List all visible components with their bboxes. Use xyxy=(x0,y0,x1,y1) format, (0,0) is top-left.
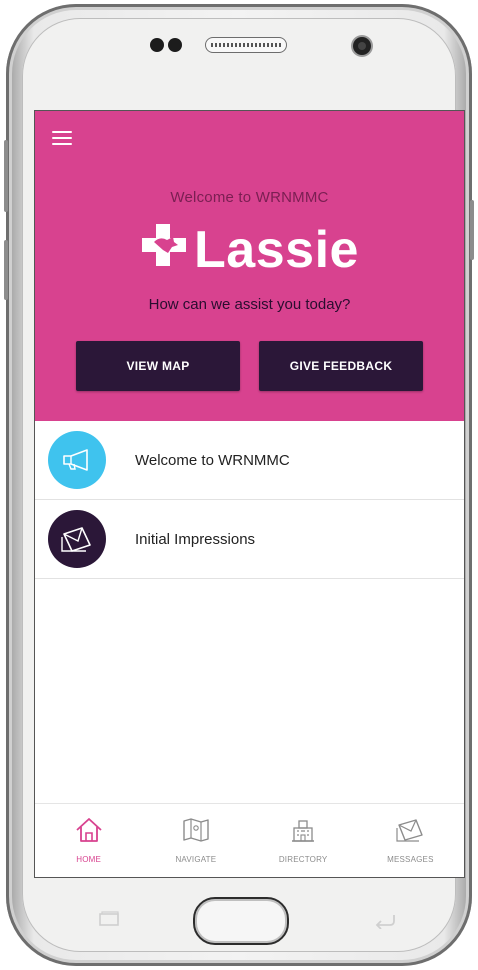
building-icon xyxy=(288,816,318,849)
view-map-button[interactable]: VIEW MAP xyxy=(76,341,240,391)
recent-apps-icon[interactable] xyxy=(98,911,120,927)
tab-navigate[interactable]: NAVIGATE xyxy=(142,804,249,877)
logo-text: Lassie xyxy=(194,221,359,280)
tab-label: DIRECTORY xyxy=(278,855,328,864)
tab-messages[interactable]: MESSAGES xyxy=(357,804,464,877)
bottom-tab-bar: HOME NAVIGATE DIRECTORY MESSAGES xyxy=(35,803,464,877)
tab-label: MESSAGES xyxy=(387,855,434,864)
tab-label: HOME xyxy=(76,855,102,864)
home-hardware-button[interactable] xyxy=(193,897,289,945)
tab-home[interactable]: HOME xyxy=(35,804,142,877)
envelope-icon xyxy=(395,816,425,849)
give-feedback-button[interactable]: GIVE FEEDBACK xyxy=(259,341,423,391)
list-item-label: Welcome to WRNMMC xyxy=(135,451,290,469)
list-item-initial-impressions[interactable]: Initial Impressions xyxy=(35,500,464,579)
envelope-icon xyxy=(48,510,106,568)
list-item-label: Initial Impressions xyxy=(135,530,256,548)
message-list: Welcome to WRNMMC Initial Impressions xyxy=(35,421,464,579)
map-icon xyxy=(181,816,211,849)
app-logo: Lassie xyxy=(35,219,464,281)
back-icon[interactable] xyxy=(372,911,398,930)
app-screen: Welcome to WRNMMC Lassie How can we assi… xyxy=(35,111,464,877)
tab-label: NAVIGATE xyxy=(175,855,217,864)
assist-prompt: How can we assist you today? xyxy=(148,296,351,313)
power-key xyxy=(470,200,474,260)
volume-key-lower xyxy=(4,240,8,300)
medical-cross-dog-icon xyxy=(140,220,190,281)
sensor-dots xyxy=(150,38,186,57)
welcome-heading: Welcome to WRNMMC xyxy=(170,189,329,206)
front-camera xyxy=(353,37,371,55)
volume-key xyxy=(4,140,8,212)
home-icon xyxy=(74,816,104,849)
megaphone-icon xyxy=(48,431,106,489)
list-item-welcome[interactable]: Welcome to WRNMMC xyxy=(35,421,464,500)
hero-banner: Welcome to WRNMMC Lassie How can we assi… xyxy=(35,111,464,421)
menu-icon[interactable] xyxy=(52,131,72,147)
earpiece-speaker xyxy=(205,37,287,53)
tab-directory[interactable]: DIRECTORY xyxy=(250,804,357,877)
